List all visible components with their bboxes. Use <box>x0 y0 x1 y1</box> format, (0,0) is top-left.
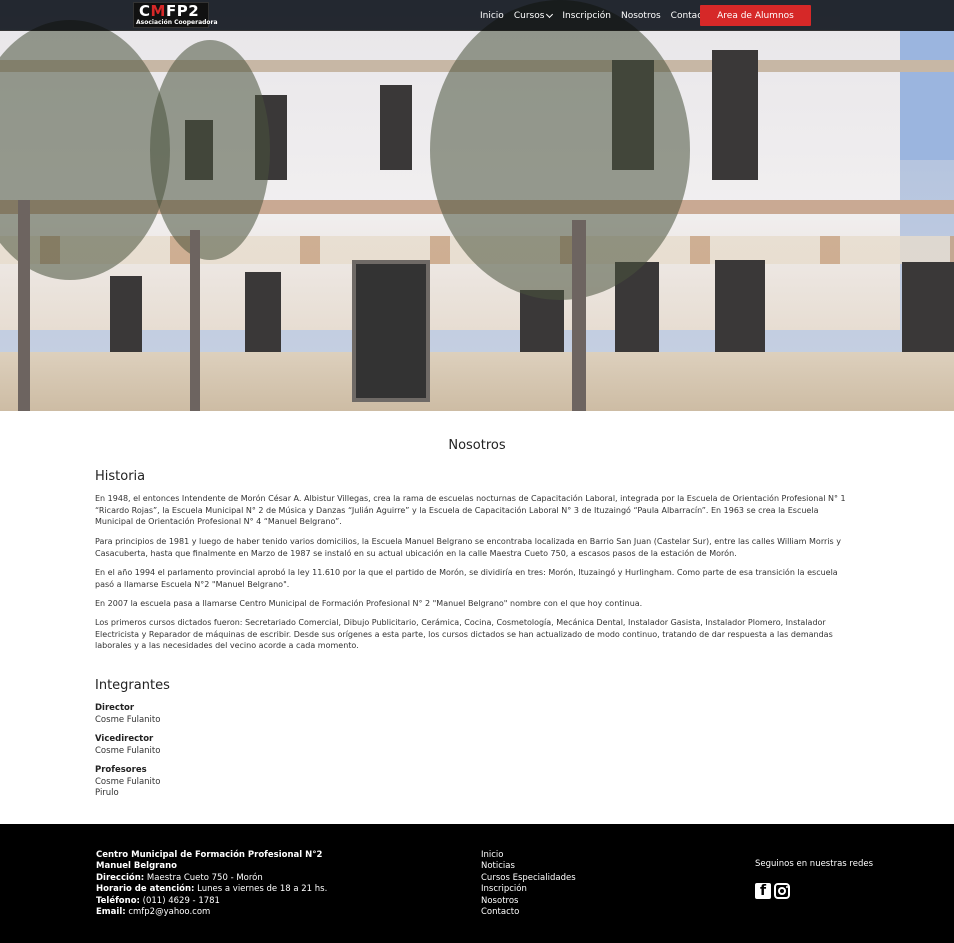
member-name: Cosme Fulanito <box>95 777 161 787</box>
historia-paragraph: Los primeros cursos dictados fueron: Sec… <box>95 618 833 651</box>
footer-email-value[interactable]: cmfp2@yahoo.com <box>128 907 210 917</box>
integrantes-heading: Integrantes <box>95 678 170 693</box>
member-name: Cosme Fulanito <box>95 746 161 756</box>
footer-email: Email: cmfp2@yahoo.com <box>96 907 210 917</box>
role-vicedirector: Vicedirector <box>95 734 154 744</box>
hero-window <box>715 260 765 364</box>
footer-phone-value: (011) 4629 - 1781 <box>142 896 220 906</box>
site-logo[interactable]: CMFP2 Asociación Cooperadora <box>133 2 218 28</box>
historia-paragraph: Para principios de 1981 y luego de haber… <box>95 537 841 558</box>
main-nav: Inicio Cursos Inscripción Nosotros Conta… <box>480 0 721 31</box>
footer-hours: Horario de atención: Lunes a viernes de … <box>96 884 327 894</box>
footer-hours-value: Lunes a viernes de 18 a 21 hs. <box>197 884 328 894</box>
footer-address: Dirección: Maestra Cueto 750 - Morón <box>96 873 263 883</box>
hero-window <box>902 262 954 366</box>
instagram-icon[interactable] <box>774 883 790 899</box>
nav-cursos-label: Cursos <box>513 10 545 21</box>
hero-tree-trunk <box>190 230 200 411</box>
area-alumnos-button[interactable]: Area de Alumnos <box>700 5 811 26</box>
role-director: Director <box>95 703 135 713</box>
hero-window <box>712 50 758 180</box>
top-navbar: CMFP2 Asociación Cooperadora Inicio Curs… <box>0 0 954 31</box>
site-footer: Centro Municipal de Formación Profesiona… <box>0 824 954 943</box>
footer-link-contacto[interactable]: Contacto <box>481 907 519 917</box>
hero-tree-trunk <box>572 220 586 411</box>
nav-inscripcion[interactable]: Inscripción <box>562 11 611 21</box>
member-name: Pirulo <box>95 788 119 798</box>
hero-door <box>352 260 430 402</box>
logo-title: CMFP2 <box>139 2 200 20</box>
page-title: Nosotros <box>448 438 506 453</box>
footer-email-label: Email: <box>96 907 126 917</box>
hero-window <box>110 276 142 356</box>
role-profesores: Profesores <box>95 765 147 775</box>
footer-institution-subname: Manuel Belgrano <box>96 861 177 871</box>
nav-cursos[interactable]: Cursos <box>513 10 554 21</box>
historia-paragraph: En 2007 la escuela pasa a llamarse Centr… <box>95 599 643 608</box>
facebook-icon[interactable]: f <box>755 883 771 899</box>
historia-paragraph: En 1948, el entonces Intendente de Morón… <box>95 494 846 527</box>
footer-link-cursos[interactable]: Cursos Especialidades <box>481 873 576 883</box>
hero-window <box>380 85 412 170</box>
hero-tree <box>430 0 690 300</box>
footer-link-inscripcion[interactable]: Inscripción <box>481 884 527 894</box>
historia-heading: Historia <box>95 469 146 484</box>
footer-phone-label: Teléfono: <box>96 896 140 906</box>
social-title: Seguinos en nuestras redes <box>755 859 873 869</box>
nav-nosotros[interactable]: Nosotros <box>621 11 661 21</box>
hero-window <box>245 272 281 358</box>
hero-base <box>0 352 954 411</box>
footer-link-inicio[interactable]: Inicio <box>481 850 504 860</box>
logo-subtitle: Asociación Cooperadora <box>136 19 218 26</box>
footer-phone: Teléfono: (011) 4629 - 1781 <box>96 896 220 906</box>
footer-link-noticias[interactable]: Noticias <box>481 861 515 871</box>
footer-link-nosotros[interactable]: Nosotros <box>481 896 518 906</box>
nav-inicio[interactable]: Inicio <box>480 11 504 21</box>
footer-hours-label: Horario de atención: <box>96 884 195 894</box>
member-name: Cosme Fulanito <box>95 715 161 725</box>
footer-address-label: Dirección: <box>96 873 145 883</box>
hero-tree <box>150 40 270 260</box>
hero-tree-trunk <box>18 200 30 411</box>
historia-paragraph: En el año 1994 el parlamento provincial … <box>95 568 838 589</box>
chevron-down-icon <box>546 10 554 18</box>
hero-image <box>0 0 954 411</box>
footer-institution-name: Centro Municipal de Formación Profesiona… <box>96 850 323 860</box>
footer-address-value: Maestra Cueto 750 - Morón <box>146 873 263 883</box>
